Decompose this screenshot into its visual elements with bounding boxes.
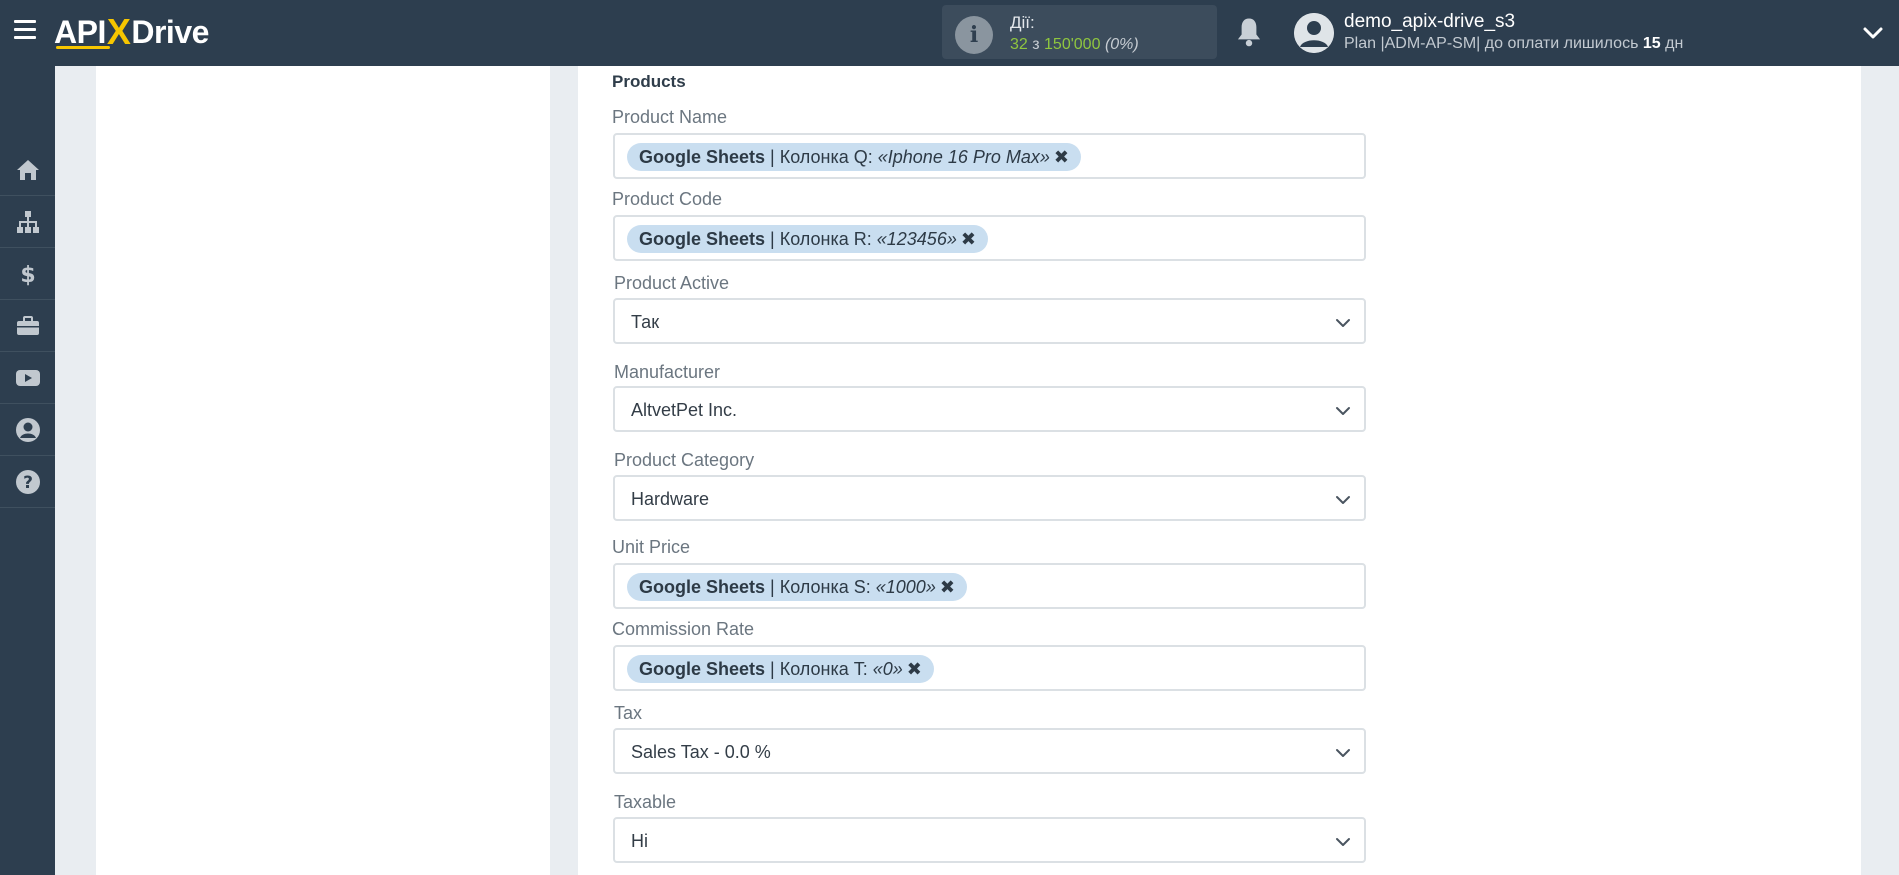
left-panel (96, 66, 550, 875)
bell-icon[interactable] (1234, 16, 1264, 48)
remove-tag-icon[interactable]: ✖ (961, 225, 976, 253)
chevron-down-icon (1336, 319, 1350, 327)
svg-text:?: ? (23, 473, 33, 493)
tag-value: «0» (872, 659, 903, 679)
product-name-label: Product Name (612, 107, 728, 127)
top-bar: API X Drive i Дії: 32 з 150'000 (0%) demo_… (0, 0, 1899, 66)
actions-percent: (0%) (1104, 36, 1139, 53)
unit-price-field[interactable]: Google Sheets | Колонка S: «1000» ✖ (613, 563, 1366, 609)
product-category-label: Product Category (614, 450, 755, 470)
sidebar-item-video[interactable] (0, 352, 55, 404)
product-code-label: Product Code (612, 189, 723, 209)
chevron-down-icon (1336, 838, 1350, 846)
product-active-select[interactable]: Так (613, 298, 1366, 344)
manufacturer-select[interactable]: AltvetPet Inc. (613, 386, 1366, 432)
actions-title: Дії: (1010, 13, 1035, 32)
dollar-icon: $ (20, 263, 35, 287)
plan-prefix: Plan |ADM-AP-SM| до оплати лишилось (1344, 35, 1643, 52)
taxable-value: Ні (631, 831, 648, 851)
actions-sep: з (1027, 36, 1045, 53)
user-avatar-icon (1294, 13, 1334, 53)
product-name-field[interactable]: Google Sheets | Колонка Q: «Iphone 16 Pr… (613, 133, 1366, 179)
sidebar-item-home[interactable] (0, 144, 55, 196)
remove-tag-icon[interactable]: ✖ (1054, 143, 1069, 171)
tag-column: | Колонка S: (765, 577, 876, 597)
tax-select[interactable]: Sales Tax - 0.0 % (613, 728, 1366, 774)
home-icon (16, 159, 39, 180)
tag-column: | Колонка R: (765, 229, 877, 249)
sidebar-item-connections[interactable] (0, 196, 55, 248)
commission-rate-tag: Google Sheets | Колонка T: «0» ✖ (627, 655, 934, 683)
sitemap-icon (16, 210, 39, 233)
tag-column: | Колонка Q: (765, 147, 878, 167)
sidebar-item-billing[interactable]: $ (0, 248, 55, 300)
taxable-select[interactable]: Ні (613, 817, 1366, 863)
sidebar-item-account[interactable] (0, 404, 55, 456)
unit-price-tag: Google Sheets | Колонка S: «1000» ✖ (627, 573, 967, 601)
sidebar-item-help[interactable]: ? (0, 456, 55, 508)
tag-source: Google Sheets (639, 147, 766, 167)
question-icon: ? (15, 469, 40, 494)
chevron-down-icon (1336, 407, 1350, 415)
menu-icon[interactable] (14, 20, 36, 40)
logo-api-text: API (54, 13, 110, 50)
product-category-select[interactable]: Hardware (613, 475, 1366, 521)
manufacturer-value: AltvetPet Inc. (631, 400, 738, 420)
avatar[interactable] (1294, 13, 1334, 53)
tag-value: «123456» (876, 229, 957, 249)
commission-rate-label: Commission Rate (612, 619, 755, 639)
tag-source: Google Sheets (639, 577, 766, 597)
product-active-value: Так (631, 312, 660, 332)
product-code-tag: Google Sheets | Колонка R: «123456» ✖ (627, 225, 988, 253)
tag-column: | Колонка T: (765, 659, 873, 679)
sidebar: $ ? (0, 66, 55, 875)
chevron-down-icon (1336, 496, 1350, 504)
section-title: Products (612, 72, 686, 91)
tax-value: Sales Tax - 0.0 % (631, 742, 771, 762)
svg-text:$: $ (20, 263, 35, 287)
tag-value: «Iphone 16 Pro Max» (877, 147, 1050, 167)
youtube-icon (15, 369, 40, 386)
taxable-label: Taxable (614, 792, 677, 812)
tag-source: Google Sheets (639, 229, 766, 249)
info-icon: i (955, 16, 993, 54)
chevron-down-icon (1336, 749, 1350, 757)
logo-x-text: X (106, 11, 131, 52)
briefcase-icon (16, 315, 39, 335)
apix-drive-logo[interactable]: API X Drive (54, 10, 209, 54)
remove-tag-icon[interactable]: ✖ (940, 573, 955, 601)
product-name-tag: Google Sheets | Колонка Q: «Iphone 16 Pr… (627, 143, 1081, 171)
product-code-field[interactable]: Google Sheets | Колонка R: «123456» ✖ (613, 215, 1366, 261)
tag-value: «1000» (875, 577, 936, 597)
plan-suffix: дн (1660, 35, 1684, 52)
sidebar-item-services[interactable] (0, 300, 55, 352)
product-category-value: Hardware (631, 489, 710, 509)
actions-total: 150'000 (1044, 36, 1101, 53)
actions-value: 32 з 150'000 (0%) (1010, 36, 1139, 54)
user-plan: Plan |ADM-AP-SM| до оплати лишилось 15 д… (1344, 35, 1683, 53)
plan-days: 15 (1642, 35, 1661, 52)
actions-used: 32 (1010, 36, 1028, 53)
unit-price-label: Unit Price (612, 537, 691, 557)
remove-tag-icon[interactable]: ✖ (907, 655, 922, 683)
user-circle-icon (15, 417, 40, 442)
tag-source: Google Sheets (639, 659, 766, 679)
tax-label: Tax (614, 703, 643, 723)
user-name[interactable]: demo_apix-drive_s3 (1344, 11, 1515, 33)
chevron-down-icon[interactable] (1862, 22, 1884, 44)
manufacturer-label: Manufacturer (614, 362, 721, 382)
commission-rate-field[interactable]: Google Sheets | Колонка T: «0» ✖ (613, 645, 1366, 691)
logo-drive-text: Drive (131, 13, 209, 50)
product-active-label: Product Active (614, 273, 730, 293)
actions-counter[interactable]: i Дії: 32 з 150'000 (0%) (942, 5, 1217, 59)
